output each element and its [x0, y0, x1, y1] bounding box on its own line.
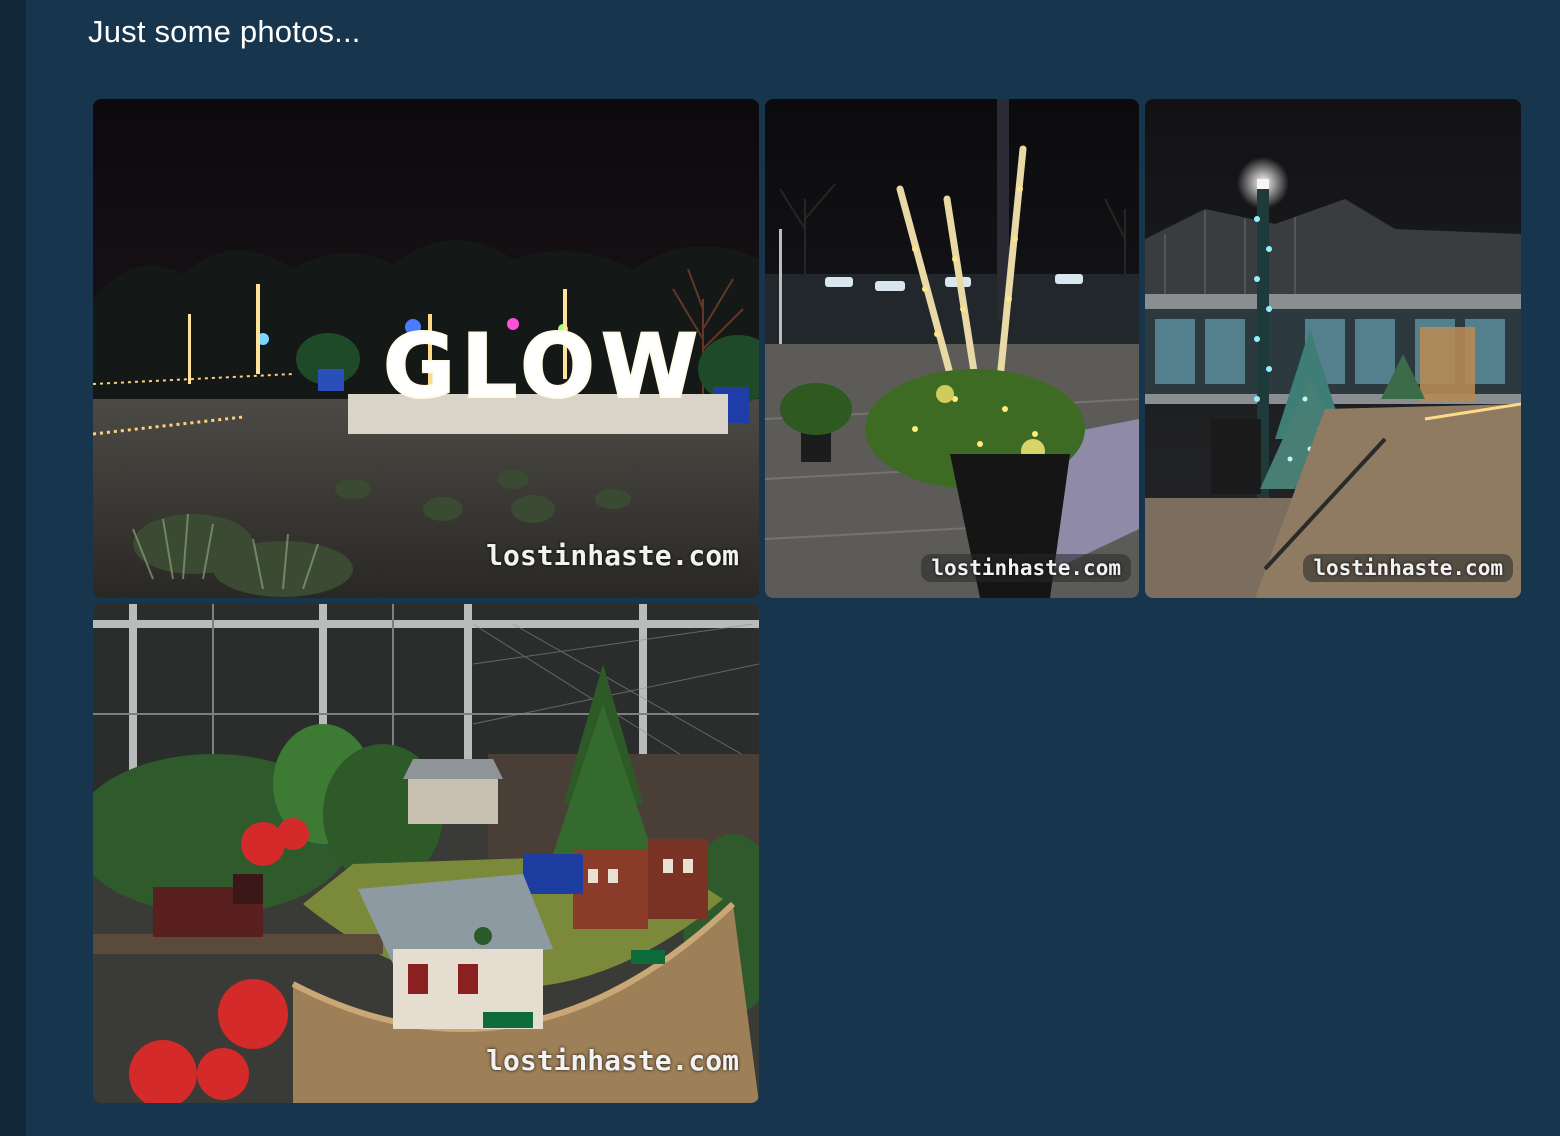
photo-planter[interactable]: lostinhaste.com	[765, 99, 1139, 598]
photo-glow-sign[interactable]: GLOW lostinhaste.com	[93, 99, 759, 598]
watermark: lostinhaste.com	[486, 539, 739, 572]
watermark: lostinhaste.com	[1303, 554, 1513, 582]
post-text: Just some photos...	[88, 14, 361, 49]
watermark: lostinhaste.com	[486, 1044, 739, 1077]
building-entrance-image	[1145, 99, 1521, 598]
glow-sign-text: GLOW	[383, 315, 704, 418]
left-rail	[0, 0, 26, 1136]
photo-building-entrance[interactable]: lostinhaste.com	[1145, 99, 1521, 598]
watermark: lostinhaste.com	[921, 554, 1131, 582]
planter-image	[765, 99, 1139, 598]
photo-model-village[interactable]: lostinhaste.com	[93, 604, 759, 1103]
glow-sign-image: GLOW	[93, 99, 759, 598]
model-village-image	[93, 604, 759, 1103]
post: Just some photos... GLOW lostinhaste.com…	[26, 0, 1560, 1136]
